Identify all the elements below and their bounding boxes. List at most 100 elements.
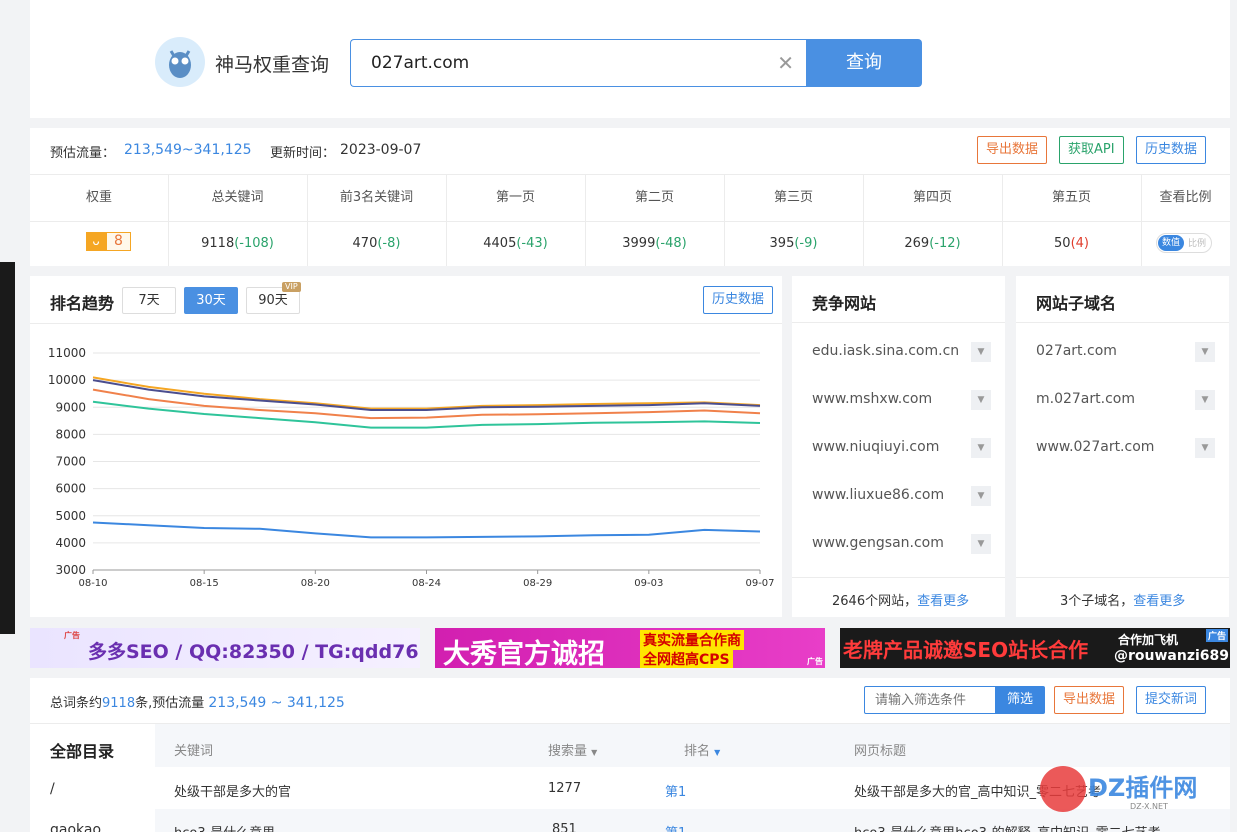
watermark-logo-icon bbox=[1040, 766, 1086, 812]
ad-3-main: 老牌产品诚邀SEO站长合作 bbox=[843, 638, 1089, 662]
subdomains-more-link[interactable]: 查看更多 bbox=[1133, 594, 1185, 609]
trend-history-button[interactable]: 历史数据 bbox=[703, 286, 774, 314]
ad-2-line1: 真实流量合作商 bbox=[640, 630, 744, 650]
y-tick-label: 10000 bbox=[48, 373, 86, 387]
stats-header-cell: 前3名关键词 bbox=[339, 190, 414, 205]
competitors-title: 竞争网站 bbox=[812, 294, 877, 313]
search-input[interactable]: 027art.com ✕ bbox=[350, 39, 806, 87]
competitor-item[interactable]: www.mshxw.com bbox=[812, 391, 932, 407]
stats-column-divider bbox=[1141, 175, 1142, 266]
search-button[interactable]: 查询 bbox=[806, 39, 922, 87]
y-tick-label: 8000 bbox=[55, 427, 86, 441]
stats-header-cell: 第四页 bbox=[912, 190, 952, 205]
chevron-down-icon[interactable]: ▼ bbox=[971, 486, 991, 506]
stats-header-cell: 第二页 bbox=[634, 190, 674, 205]
competitor-item[interactable]: www.gengsan.com bbox=[812, 535, 944, 551]
subdomain-item[interactable]: m.027art.com bbox=[1036, 391, 1135, 407]
col-title: 网页标题 bbox=[854, 744, 907, 759]
subdomain-item[interactable]: 027art.com bbox=[1036, 343, 1117, 359]
tab-30-days[interactable]: 30天 bbox=[184, 287, 238, 314]
stats-header-cell: 总关键词 bbox=[211, 190, 264, 205]
col-rank-label: 排名 bbox=[684, 744, 711, 759]
chevron-down-icon[interactable]: ▼ bbox=[1195, 342, 1215, 362]
filter-button[interactable]: 筛选 bbox=[995, 686, 1045, 714]
x-tick-label: 08-15 bbox=[190, 578, 219, 589]
chevron-down-icon[interactable]: ▼ bbox=[1195, 390, 1215, 410]
toggle-on-label: 数值 bbox=[1158, 235, 1184, 251]
subdomains-count-text: 3个子域名， bbox=[1060, 594, 1134, 609]
chevron-down-icon[interactable]: ▼ bbox=[971, 342, 991, 362]
competitor-item[interactable]: edu.iask.sina.com.cn bbox=[812, 343, 959, 359]
y-tick-label: 4000 bbox=[55, 536, 86, 550]
stats-header-cell: 第三页 bbox=[773, 190, 813, 205]
row-keyword[interactable]: hco3-是什么意思 bbox=[174, 822, 275, 832]
update-value: 2023-09-07 bbox=[340, 142, 422, 158]
row-title[interactable]: hco3-是什么意思hco3-的解释_高中知识_零二七艺考 bbox=[854, 822, 1161, 832]
row-keyword[interactable]: 处级干部是多大的官 bbox=[174, 781, 291, 800]
search-input-value: 027art.com bbox=[371, 53, 470, 73]
chevron-down-icon[interactable]: ▼ bbox=[971, 390, 991, 410]
chevron-down-icon[interactable]: ▼ bbox=[971, 534, 991, 554]
competitors-more-link[interactable]: 查看更多 bbox=[917, 594, 969, 609]
subdomain-item[interactable]: www.027art.com bbox=[1036, 439, 1154, 455]
y-tick-label: 3000 bbox=[55, 563, 86, 577]
side-ad-strip[interactable] bbox=[0, 262, 15, 634]
stats-header-cell: 权重 bbox=[85, 190, 112, 205]
stats-value-cell: 395(-9) bbox=[724, 222, 863, 266]
get-api-button[interactable]: 获取API bbox=[1059, 136, 1124, 164]
competitors-count-text: 2646个网站， bbox=[832, 594, 918, 609]
ad-3-line1: 合作加飞机 bbox=[1118, 633, 1179, 647]
ad-2-line2: 全网超高CPS bbox=[640, 649, 733, 668]
summary-range: 213,549 ~ 341,125 bbox=[208, 695, 345, 711]
directory-item[interactable]: / bbox=[50, 781, 55, 797]
row-rank[interactable]: 第1 bbox=[665, 822, 686, 832]
col-rank[interactable]: 排名 ▼ bbox=[684, 740, 720, 759]
competitor-item[interactable]: www.niuqiuyi.com bbox=[812, 439, 939, 455]
x-tick-label: 08-10 bbox=[78, 578, 107, 589]
stat-number: 9118 bbox=[201, 236, 235, 251]
ad-1-text: 多多SEO / QQ:82350 / TG:qdd76 bbox=[88, 641, 419, 663]
update-label: 更新时间： bbox=[270, 146, 336, 161]
x-tick-label: 08-20 bbox=[301, 578, 330, 589]
tab-7-days[interactable]: 7天 bbox=[122, 287, 176, 314]
submit-keyword-button[interactable]: 提交新词 bbox=[1136, 686, 1207, 714]
watermark: DZ插件网 DZ-X.NET bbox=[1040, 762, 1230, 818]
y-tick-label: 9000 bbox=[55, 400, 86, 414]
x-tick-label: 08-24 bbox=[412, 578, 441, 589]
stat-number: 4405 bbox=[483, 236, 517, 251]
filter-input[interactable] bbox=[864, 686, 996, 714]
keywords-export-button[interactable]: 导出数据 bbox=[1054, 686, 1125, 714]
weight-badge: ᴗ 8 bbox=[86, 232, 131, 251]
subdomains-title: 网站子域名 bbox=[1036, 294, 1117, 313]
history-data-button[interactable]: 历史数据 bbox=[1136, 136, 1207, 164]
ratio-toggle[interactable]: 数值 比例 bbox=[1156, 233, 1212, 253]
stats-value-cell: 9118(-108) bbox=[168, 222, 307, 266]
ad-banner-3[interactable]: 老牌产品诚邀SEO站长合作 合作加飞机 @rouwanzi689 广告 bbox=[840, 628, 1230, 668]
ad-3-line2: @rouwanzi689 bbox=[1114, 648, 1230, 664]
row-rank[interactable]: 第1 bbox=[665, 781, 686, 800]
ad-banner-2[interactable]: 大秀官方诚招 真实流量合作商 全网超高CPS 广告 bbox=[435, 628, 825, 668]
chevron-down-icon[interactable]: ▼ bbox=[1195, 438, 1215, 458]
stats-value-cell: 470(-8) bbox=[307, 222, 446, 266]
stats-header-cell: 第一页 bbox=[495, 190, 535, 205]
export-data-button[interactable]: 导出数据 bbox=[977, 136, 1048, 164]
weight-value: 8 bbox=[106, 232, 131, 251]
competitors-count: 2646个网站，查看更多 bbox=[832, 590, 969, 609]
summary-mid: 条,预估流量 bbox=[135, 696, 209, 711]
x-tick-label: 09-03 bbox=[634, 578, 663, 589]
chevron-down-icon[interactable]: ▼ bbox=[971, 438, 991, 458]
clear-icon[interactable]: ✕ bbox=[777, 51, 794, 75]
subdomains-divider bbox=[1016, 322, 1229, 323]
series-line-4 bbox=[92, 521, 761, 539]
directory-item[interactable]: gaokao bbox=[50, 822, 101, 832]
directory-title: 全部目录 bbox=[50, 742, 115, 761]
ad-banner-1[interactable]: 广告 多多SEO / QQ:82350 / TG:qdd76 bbox=[30, 628, 420, 668]
shenma-logo-icon bbox=[155, 37, 205, 87]
ad-tag: 广告 bbox=[1205, 629, 1228, 642]
col-volume[interactable]: 搜索量 ▼ bbox=[548, 740, 597, 759]
keywords-summary: 总词条约9118条,预估流量 213,549 ~ 341,125 bbox=[50, 692, 345, 711]
competitor-item[interactable]: www.liuxue86.com bbox=[812, 487, 944, 503]
y-tick-label: 7000 bbox=[55, 455, 86, 469]
stat-number: 269 bbox=[904, 236, 930, 251]
row-volume: 1277 bbox=[548, 781, 582, 796]
